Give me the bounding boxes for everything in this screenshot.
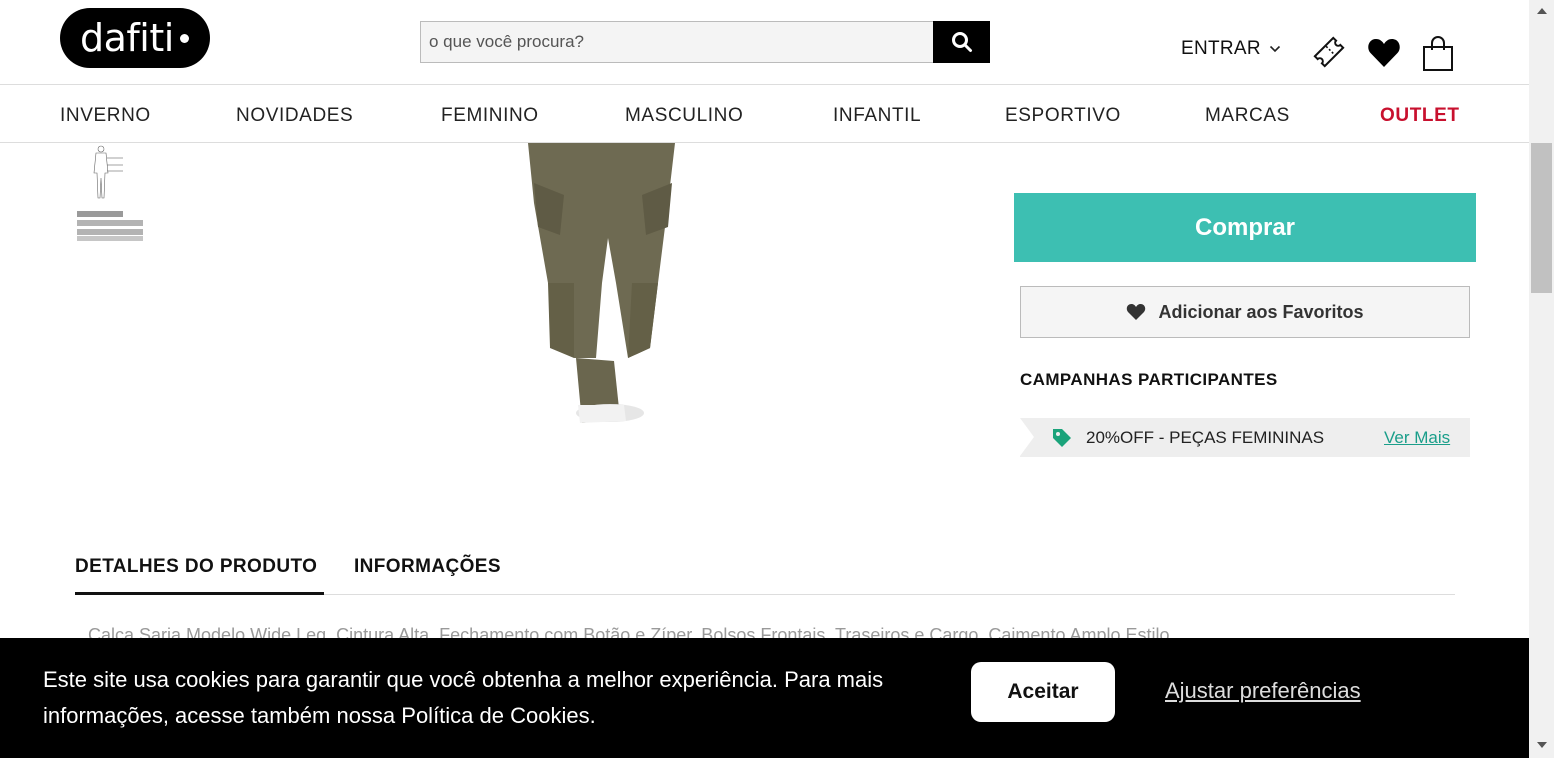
search-bar	[420, 21, 990, 63]
add-to-favorites-button[interactable]: Adicionar aos Favoritos	[1020, 286, 1470, 338]
campaign-notch	[1020, 418, 1034, 456]
size-chart-image	[77, 145, 143, 241]
scroll-down-arrow-icon[interactable]	[1537, 742, 1547, 748]
price-tag-icon	[1053, 429, 1071, 447]
pants-photo	[528, 143, 675, 423]
product-main-image[interactable]	[520, 143, 690, 433]
chevron-down-icon	[1269, 45, 1280, 53]
login-dropdown[interactable]: ENTRAR	[1181, 38, 1281, 60]
accept-cookies-button[interactable]: Aceitar	[971, 662, 1115, 722]
login-label: ENTRAR	[1181, 38, 1261, 59]
scrollbar-track[interactable]	[1529, 0, 1554, 758]
shopping-bag-icon[interactable]	[1421, 36, 1455, 72]
logo-dot	[179, 33, 189, 43]
search-input[interactable]	[420, 21, 933, 63]
adjust-preferences-link[interactable]: Ajustar preferências	[1165, 678, 1361, 704]
main-nav: INVERNO NOVIDADES FEMININO MASCULINO INF…	[0, 85, 1529, 143]
search-icon	[951, 32, 972, 52]
buy-button[interactable]: Comprar	[1014, 193, 1476, 262]
ticket-icon[interactable]	[1311, 34, 1347, 70]
nav-item-inverno[interactable]: INVERNO	[60, 105, 151, 127]
nav-item-masculino[interactable]: MASCULINO	[625, 105, 743, 127]
size-chart-thumbnail[interactable]	[65, 143, 145, 243]
nav-item-feminino[interactable]: FEMININO	[441, 105, 539, 127]
campaigns-title: CAMPANHAS PARTICIPANTES	[1020, 370, 1278, 389]
campaign-item: 20%OFF - PEÇAS FEMININAS Ver Mais	[1020, 418, 1470, 457]
nav-item-infantil[interactable]: INFANTIL	[833, 105, 921, 127]
cookie-banner: Este site usa cookies para garantir que …	[0, 638, 1529, 758]
dafiti-logo[interactable]: dafiti	[60, 8, 210, 68]
heart-icon	[1127, 304, 1146, 320]
header: dafiti ENTRAR	[0, 0, 1529, 85]
scroll-up-arrow-icon[interactable]	[1537, 8, 1547, 14]
tab-information[interactable]: INFORMAÇÕES	[354, 555, 501, 595]
scrollbar-thumb[interactable]	[1531, 143, 1552, 293]
nav-item-outlet[interactable]: OUTLET	[1380, 105, 1460, 127]
tab-product-details[interactable]: DETALHES DO PRODUTO	[75, 555, 324, 595]
favorites-label: Adicionar aos Favoritos	[1158, 301, 1364, 322]
nav-item-marcas[interactable]: MARCAS	[1205, 105, 1290, 127]
nav-item-esportivo[interactable]: ESPORTIVO	[1005, 105, 1121, 127]
campaign-see-more-link[interactable]: Ver Mais	[1384, 428, 1450, 448]
nav-item-novidades[interactable]: NOVIDADES	[236, 105, 353, 127]
product-tabs: DETALHES DO PRODUTO INFORMAÇÕES	[75, 555, 1455, 595]
campaign-text: 20%OFF - PEÇAS FEMININAS	[1086, 428, 1325, 447]
cookie-message: Este site usa cookies para garantir que …	[43, 667, 884, 728]
heart-icon[interactable]	[1366, 34, 1402, 70]
search-button[interactable]	[933, 21, 990, 63]
logo-text: dafiti	[80, 16, 174, 60]
